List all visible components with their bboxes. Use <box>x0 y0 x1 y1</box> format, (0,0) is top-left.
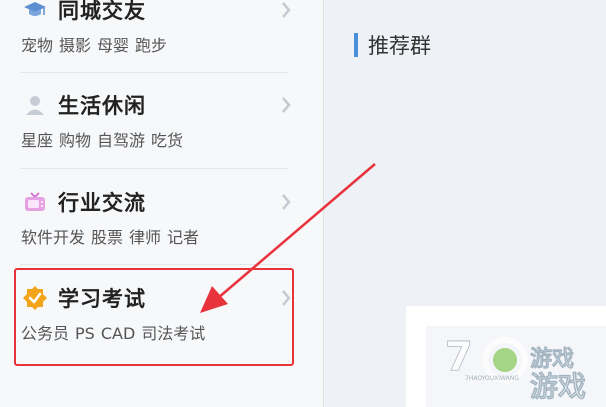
category-title: 同城交友 <box>58 0 146 23</box>
category-sidebar: 同城交友 宠物 摄影 母婴 跑步 生活休闲 星座 购物 自驾游 吃货 行业交流 … <box>0 0 324 407</box>
sub-tag[interactable]: 星座 <box>21 131 53 150</box>
category-title: 生活休闲 <box>58 94 146 118</box>
svg-text:7: 7 <box>445 334 473 380</box>
category-item-city-friends[interactable]: 同城交友 宠物 摄影 母婴 跑步 <box>0 0 310 90</box>
sub-tag[interactable]: 购物 <box>59 131 91 150</box>
chevron-right-icon <box>282 2 291 18</box>
divider <box>20 264 288 265</box>
section-header: 推荐群 <box>354 30 431 60</box>
sub-tag[interactable]: 摄影 <box>59 36 91 55</box>
category-title: 行业交流 <box>58 191 146 215</box>
divider <box>20 72 288 73</box>
sub-tag[interactable]: 母婴 <box>97 36 129 55</box>
category-subs: 宠物 摄影 母婴 跑步 <box>21 32 173 56</box>
svg-text:7HAOYOUXIWANG: 7HAOYOUXIWANG <box>465 375 519 382</box>
graduation-cap-icon <box>22 0 48 23</box>
category-header: 同城交友 <box>22 0 146 26</box>
section-title: 推荐群 <box>368 34 431 58</box>
sub-tag[interactable]: 自驾游 <box>97 131 145 150</box>
svg-text:游戏: 游戏 <box>530 346 574 372</box>
sub-tag[interactable]: 股票 <box>91 228 123 247</box>
category-header: 生活休闲 <box>22 89 146 121</box>
category-subs: 星座 购物 自驾游 吃货 <box>21 127 189 151</box>
person-icon <box>22 92 48 118</box>
tv-icon <box>22 189 48 215</box>
category-item-leisure[interactable]: 生活休闲 星座 购物 自驾游 吃货 <box>0 89 310 185</box>
sub-tag[interactable]: 记者 <box>167 228 199 247</box>
watermark-logo: 7 游戏 游戏 7HAOYOUXIWANG <box>445 334 586 404</box>
highlight-annotation-box <box>14 268 294 366</box>
svg-text:游戏: 游戏 <box>530 370 586 403</box>
sub-tag[interactable]: 律师 <box>129 228 161 247</box>
sub-tag[interactable]: 宠物 <box>21 36 53 55</box>
divider <box>20 168 288 169</box>
page: 同城交友 宠物 摄影 母婴 跑步 生活休闲 星座 购物 自驾游 吃货 行业交流 … <box>0 0 606 407</box>
category-subs: 软件开发 股票 律师 记者 <box>21 224 205 248</box>
sub-tag[interactable]: 跑步 <box>135 36 167 55</box>
category-header: 行业交流 <box>22 186 146 218</box>
sub-tag[interactable]: 软件开发 <box>21 228 85 247</box>
sub-tag[interactable]: 吃货 <box>151 131 183 150</box>
accent-bar <box>354 33 358 57</box>
chevron-right-icon <box>282 97 291 113</box>
chevron-right-icon <box>282 194 291 210</box>
